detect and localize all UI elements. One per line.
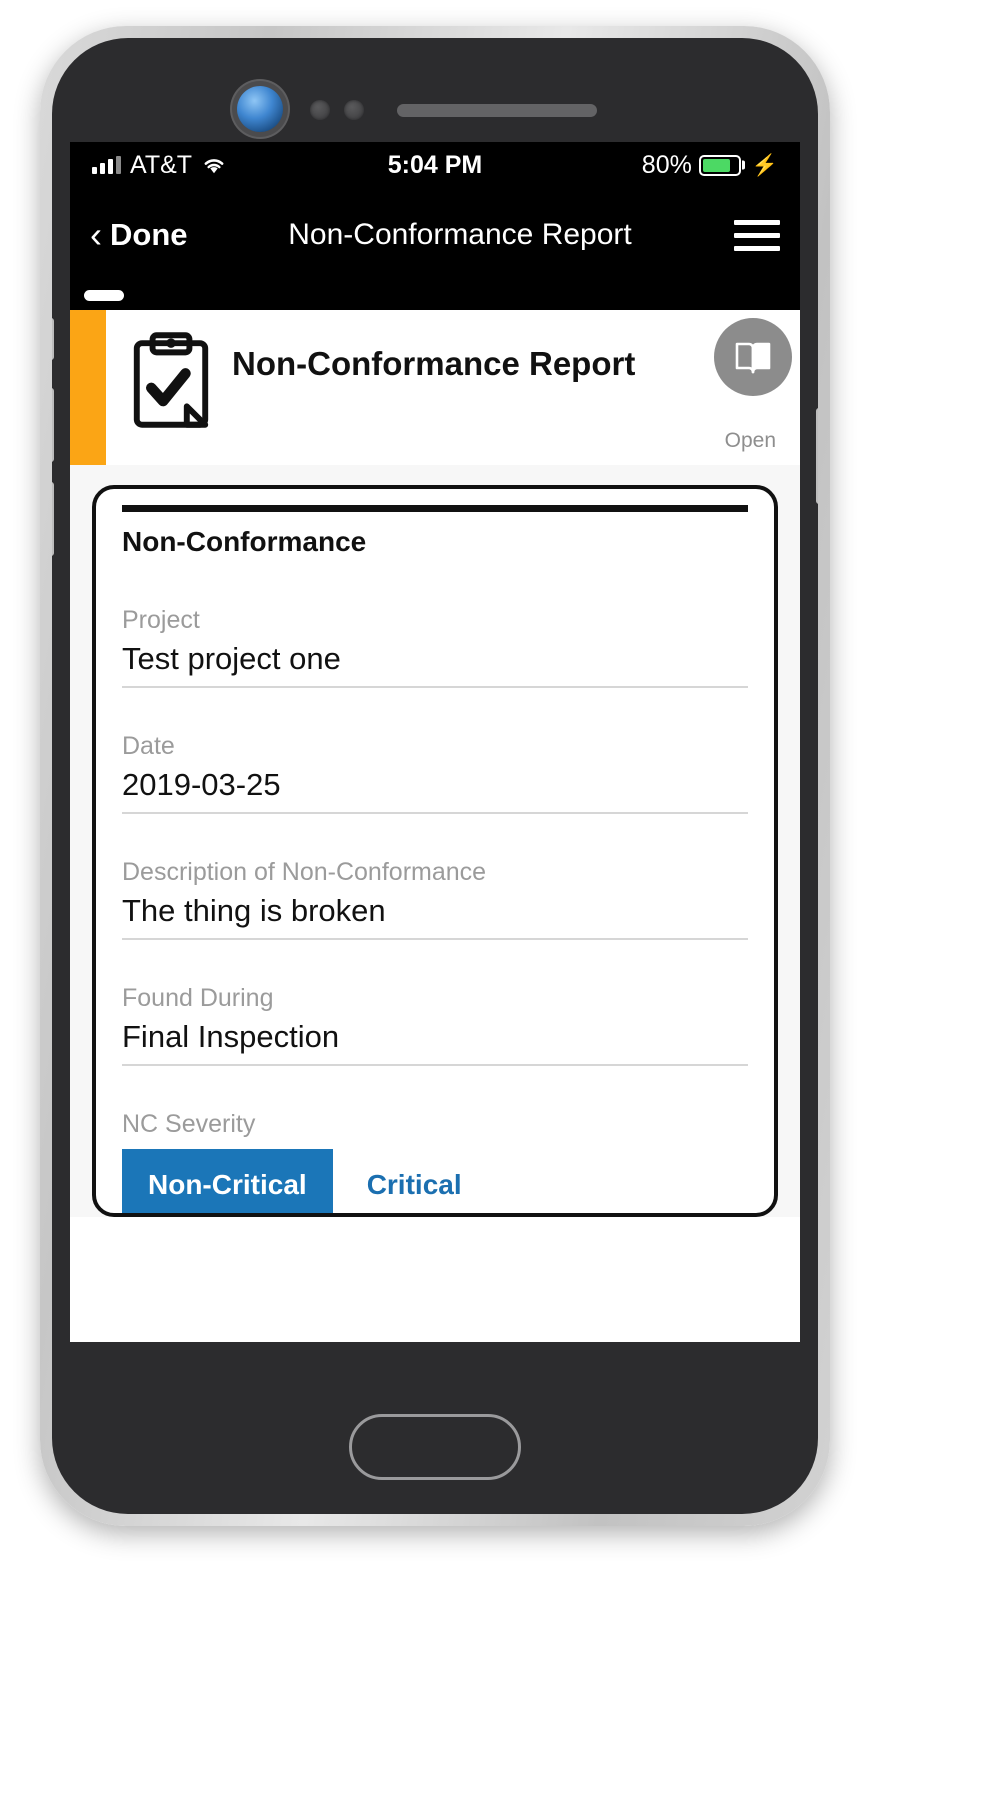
home-button[interactable] — [349, 1414, 521, 1480]
mute-switch[interactable] — [52, 318, 54, 360]
field-value[interactable]: Final Inspection — [122, 1019, 748, 1066]
form-card: Non-Conformance Project Test project one… — [92, 485, 778, 1217]
field-value[interactable]: 2019-03-25 — [122, 767, 748, 814]
wifi-icon — [204, 159, 224, 174]
phone-device-frame: AT&T 5:04 PM 80% ⚡ ‹ Done Non-Conformanc… — [40, 26, 830, 1526]
phone-screen: AT&T 5:04 PM 80% ⚡ ‹ Done Non-Conformanc… — [70, 142, 800, 1342]
field-nc-severity: NC Severity Non-Critical Critical — [122, 1110, 748, 1213]
battery-percent-label: 80% — [641, 150, 692, 179]
proximity-sensor-icon — [310, 100, 330, 120]
nav-underbar-indicator — [84, 290, 124, 301]
severity-option-non-critical[interactable]: Non-Critical — [122, 1149, 333, 1213]
section-heading: Non-Conformance — [122, 526, 367, 557]
power-button[interactable] — [816, 408, 818, 504]
back-button-label: Done — [110, 217, 188, 252]
field-label: Date — [122, 732, 175, 760]
cellular-signal-icon — [92, 156, 121, 174]
clipboard-check-icon — [133, 332, 209, 428]
phone-body: AT&T 5:04 PM 80% ⚡ ‹ Done Non-Conformanc… — [52, 38, 818, 1514]
severity-segmented-control: Non-Critical Critical — [122, 1149, 748, 1213]
chevron-left-icon: ‹ — [90, 214, 102, 255]
volume-up-button[interactable] — [52, 388, 54, 462]
back-done-button[interactable]: ‹ Done — [90, 217, 188, 253]
status-bar-left: AT&T — [92, 151, 227, 180]
book-icon — [735, 342, 771, 374]
front-camera-icon — [237, 86, 283, 132]
field-label: NC Severity — [122, 1110, 256, 1138]
status-badge: Open — [724, 429, 776, 452]
form-scroll-area[interactable]: Non-Conformance Project Test project one… — [70, 465, 800, 1217]
field-project[interactable]: Project Test project one — [122, 606, 748, 688]
earpiece-speaker — [397, 104, 597, 117]
section-divider — [122, 505, 748, 512]
status-bar-right: 80% ⚡ — [642, 151, 778, 180]
page-title: Non-Conformance Report — [288, 218, 632, 252]
field-found-during[interactable]: Found During Final Inspection — [122, 984, 748, 1066]
record-header: Non-Conformance Report Open — [70, 310, 800, 465]
record-title: Non-Conformance Report — [232, 345, 636, 382]
severity-option-critical[interactable]: Critical — [332, 1149, 488, 1213]
record-accent-bar — [70, 310, 106, 465]
carrier-label: AT&T — [130, 150, 193, 179]
field-description[interactable]: Description of Non-Conformance The thing… — [122, 858, 748, 940]
charging-bolt-icon: ⚡ — [751, 153, 778, 177]
navigation-bar: ‹ Done Non-Conformance Report — [70, 188, 800, 282]
field-label: Project — [122, 606, 200, 634]
field-value[interactable]: The thing is broken — [122, 893, 748, 940]
battery-icon — [698, 154, 745, 176]
field-label: Found During — [122, 984, 274, 1012]
record-header-content: Non-Conformance Report Open — [106, 310, 800, 465]
field-value[interactable]: Test project one — [122, 641, 748, 688]
status-bar: AT&T 5:04 PM 80% ⚡ — [70, 142, 800, 188]
field-date[interactable]: Date 2019-03-25 — [122, 732, 748, 814]
field-label: Description of Non-Conformance — [122, 858, 487, 886]
volume-down-button[interactable] — [52, 482, 54, 556]
ambient-light-sensor-icon — [344, 100, 364, 120]
hamburger-menu-icon[interactable] — [734, 219, 780, 251]
nav-underbar — [70, 282, 800, 310]
open-reference-book-button[interactable] — [714, 318, 792, 396]
